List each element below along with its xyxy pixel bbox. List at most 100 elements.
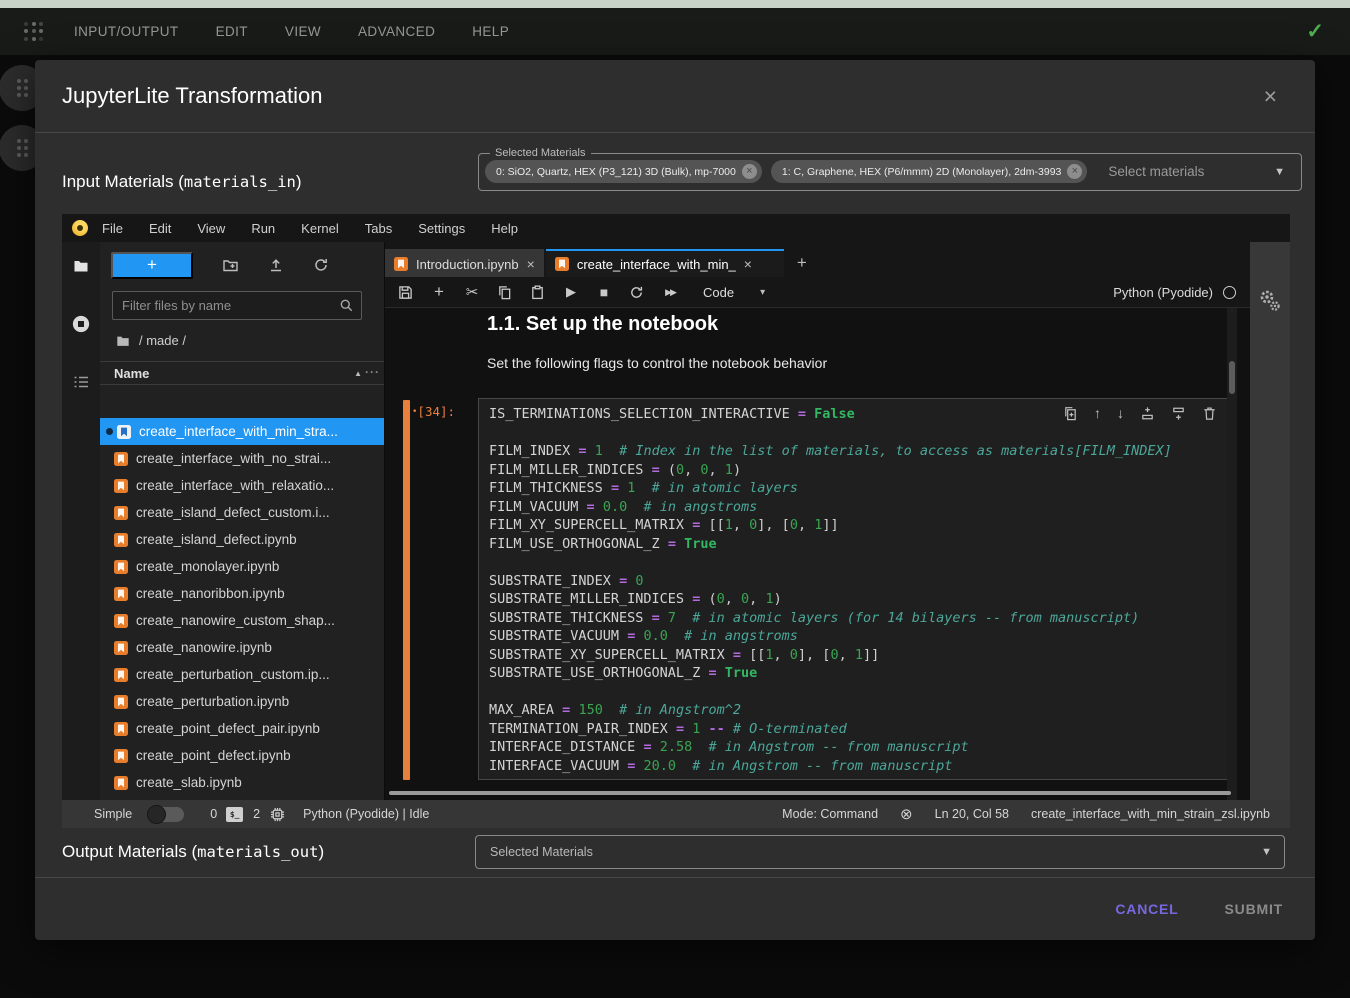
run-cell-icon[interactable]: ▶ — [563, 284, 579, 300]
horizontal-scrollbar[interactable] — [389, 791, 1231, 795]
breadcrumb[interactable]: / made / — [115, 333, 384, 348]
add-cell-icon[interactable]: + — [431, 282, 447, 302]
tab-close-icon[interactable]: × — [744, 256, 752, 272]
material-chip[interactable]: 0: SiO2, Quartz, HEX (P3_121) 3D (Bulk),… — [485, 160, 762, 183]
filter-files-field[interactable] — [112, 291, 362, 320]
insert-cell-below-icon[interactable] — [1171, 406, 1186, 421]
duplicate-cell-icon[interactable] — [1063, 406, 1078, 421]
notebook-file-icon — [114, 587, 128, 601]
jupyter-menu-item[interactable]: View — [197, 221, 225, 236]
paste-cell-icon[interactable] — [530, 285, 546, 300]
submit-button[interactable]: SUBMIT — [1225, 901, 1283, 917]
cell-type-select[interactable]: Code — [703, 285, 734, 300]
insert-cell-above-icon[interactable] — [1140, 406, 1155, 421]
cut-cell-icon[interactable]: ✂ — [464, 283, 480, 301]
notifications-icon[interactable]: ⊗ — [900, 805, 913, 823]
jupyter-menu-item[interactable]: Tabs — [365, 221, 392, 236]
chip-delete-icon[interactable]: × — [1067, 164, 1082, 179]
more-icon[interactable]: ··· — [365, 365, 380, 379]
jupyter-menu-item[interactable]: Edit — [149, 221, 171, 236]
property-inspector-gears-icon[interactable] — [1258, 288, 1282, 800]
filter-files-input[interactable] — [113, 292, 361, 319]
chevron-down-icon[interactable]: ▾ — [760, 287, 765, 298]
jupyter-menu-item[interactable]: File — [102, 221, 123, 236]
chip-delete-icon[interactable]: × — [742, 164, 757, 179]
file-row[interactable]: create_interface_with_min_stra... — [100, 418, 384, 445]
jupyter-menu-item[interactable]: Help — [491, 221, 518, 236]
cursor-position[interactable]: Ln 20, Col 58 — [935, 807, 1009, 821]
material-chip[interactable]: 1: C, Graphene, HEX (P6/mmm) 2D (Monolay… — [771, 160, 1088, 183]
file-row[interactable]: create_interface_with_relaxatio... — [100, 472, 384, 499]
upload-icon[interactable] — [268, 257, 284, 273]
file-row[interactable]: create_point_defect.ipynb — [100, 742, 384, 769]
code-cell[interactable]: IS_TERMINATIONS_SELECTION_INTERACTIVE = … — [478, 398, 1232, 780]
notebook-tab[interactable]: Introduction.ipynb× — [385, 249, 544, 277]
new-folder-icon[interactable] — [222, 257, 239, 273]
jupyter-menu-item[interactable]: Settings — [418, 221, 465, 236]
app-logo-icon[interactable] — [24, 22, 44, 42]
file-row[interactable]: create_island_defect.ipynb — [100, 526, 384, 553]
file-row[interactable]: create_slab.ipynb — [100, 769, 384, 796]
check-icon[interactable]: ✓ — [1306, 19, 1324, 44]
output-materials-select[interactable]: Selected Materials ▼ — [475, 835, 1285, 869]
file-row[interactable]: create_island_defect_custom.i... — [100, 499, 384, 526]
file-name: create_perturbation.ipynb — [136, 694, 289, 709]
file-name: create_nanoribbon.ipynb — [136, 586, 285, 601]
kernel-status-text[interactable]: Python (Pyodide) | Idle — [303, 807, 429, 821]
new-tab-button[interactable]: + — [786, 249, 818, 277]
file-row[interactable]: create_nanowire_custom_shap... — [100, 607, 384, 634]
file-browser-icon[interactable] — [72, 258, 90, 274]
close-icon[interactable]: × — [1264, 83, 1277, 110]
cancel-button[interactable]: CANCEL — [1115, 901, 1178, 917]
code-line: SUBSTRATE_MILLER_INDICES = (0, 0, 1) — [489, 590, 1221, 609]
notebook-tab[interactable]: create_interface_with_min_× — [546, 249, 784, 277]
file-row[interactable]: create_interface_with_no_strai... — [100, 445, 384, 472]
copy-cell-icon[interactable] — [497, 285, 513, 300]
jupyter-menu: File Edit View Run Kernel Tabs Settings Help — [102, 221, 518, 236]
terminals-count[interactable]: 0 — [210, 807, 217, 821]
scrollbar-thumb[interactable] — [1229, 361, 1235, 394]
stop-kernel-icon[interactable]: ■ — [596, 284, 612, 300]
host-menu-item[interactable]: HELP — [472, 24, 509, 39]
save-icon[interactable] — [398, 285, 414, 300]
notebook-file-icon — [114, 614, 128, 628]
table-of-contents-icon[interactable] — [72, 374, 90, 390]
jupyter-menu-item[interactable]: Kernel — [301, 221, 339, 236]
move-cell-up-icon[interactable]: ↑ — [1094, 406, 1101, 421]
kernels-count[interactable]: 2 — [253, 807, 260, 821]
host-menu-item[interactable]: ADVANCED — [358, 24, 435, 39]
refresh-icon[interactable] — [313, 257, 329, 273]
delete-cell-icon[interactable] — [1202, 406, 1217, 421]
new-launcher-button[interactable]: + — [111, 252, 193, 279]
restart-run-all-icon[interactable]: ▶▶ — [662, 287, 678, 298]
file-row[interactable]: create_perturbation_custom.ip... — [100, 661, 384, 688]
mode-indicator[interactable]: Mode: Command — [782, 807, 878, 821]
select-materials-placeholder[interactable]: Select materials — [1108, 164, 1204, 179]
running-kernels-icon[interactable] — [71, 314, 91, 334]
active-cell-indicator — [403, 400, 410, 780]
file-row[interactable]: create_nanoribbon.ipynb — [100, 580, 384, 607]
move-cell-down-icon[interactable]: ↓ — [1117, 406, 1124, 421]
host-menu-item[interactable]: EDIT — [216, 24, 248, 39]
file-list: create_interface_with_min_stra...create_… — [100, 418, 384, 800]
file-row[interactable]: create_nanowire.ipynb — [100, 634, 384, 661]
jupyter-menu-item[interactable]: Run — [251, 221, 275, 236]
host-menu-item[interactable]: INPUT/OUTPUT — [74, 24, 179, 39]
file-row[interactable]: create_point_defect_pair.ipynb — [100, 715, 384, 742]
file-row[interactable]: create_monolayer.ipynb — [100, 553, 384, 580]
restart-kernel-icon[interactable] — [629, 285, 645, 300]
output-materials-label: Output Materials (materials_out) — [62, 842, 324, 862]
simple-mode-toggle[interactable] — [148, 807, 184, 822]
host-menu-item[interactable]: VIEW — [285, 24, 321, 39]
tab-close-icon[interactable]: × — [527, 256, 535, 272]
file-row[interactable]: create_perturbation.ipynb — [100, 688, 384, 715]
vertical-scrollbar[interactable] — [1227, 308, 1237, 800]
sort-ascending-icon[interactable]: ▲ — [354, 369, 362, 378]
kernel-name[interactable]: Python (Pyodide) — [1113, 285, 1213, 300]
code-editor[interactable]: IS_TERMINATIONS_SELECTION_INTERACTIVE = … — [489, 405, 1221, 775]
chevron-down-icon[interactable]: ▼ — [1274, 166, 1285, 178]
file-name: create_nanowire.ipynb — [136, 640, 272, 655]
kernel-status-icon[interactable] — [1223, 286, 1236, 299]
file-list-header[interactable]: Name ▲ ··· — [100, 361, 384, 385]
notebook-file-icon — [114, 560, 128, 574]
